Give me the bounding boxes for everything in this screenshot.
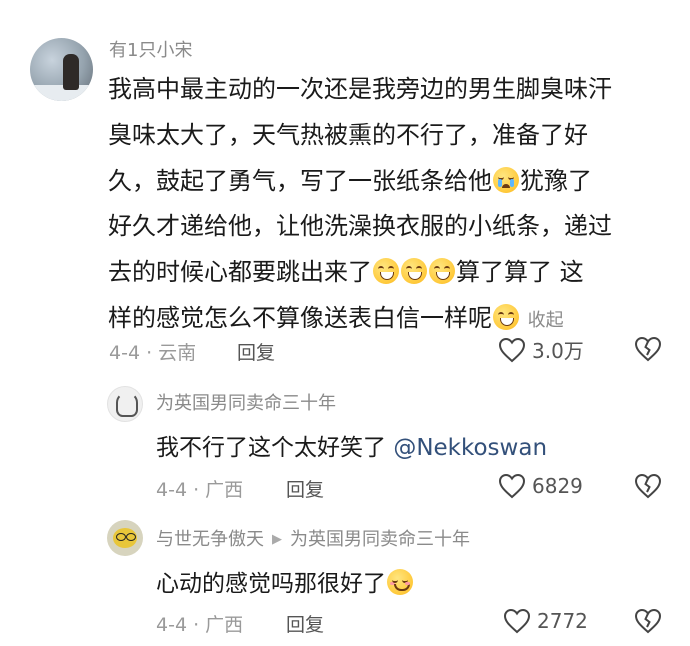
like-button[interactable]: 3.0万 — [498, 335, 584, 364]
reply-date-location: 4-4 · 广西 — [156, 614, 244, 636]
like-count: 6829 — [532, 474, 583, 498]
grinning-face-emoji — [429, 258, 455, 285]
smiling-face-emoji — [387, 569, 413, 595]
comment-body: 我高中最主动的一次还是我旁边的男生脚臭味汗 臭味太大了，天气热被熏的不行了，准备… — [108, 67, 612, 344]
like-count: 3.0万 — [532, 339, 584, 363]
avatar[interactable] — [107, 386, 143, 422]
reply-username[interactable]: 与世无争傲天 — [156, 529, 264, 550]
grinning-face-emoji — [401, 258, 427, 285]
comment-line: 久，鼓起了勇气，写了一张纸条给他 犹豫了 — [108, 166, 592, 195]
collapse-link[interactable]: 收起 — [528, 310, 564, 331]
avatar-ground — [30, 85, 93, 101]
broken-heart-icon — [634, 608, 662, 634]
avatar-glasses — [126, 533, 136, 541]
play-arrow-icon: ▶ — [272, 532, 282, 547]
broken-heart-icon — [634, 473, 662, 499]
heart-outline-icon — [503, 608, 531, 634]
reply-button[interactable]: 回复 — [237, 338, 275, 365]
comment-date-location: 4-4 · 云南 — [109, 342, 197, 364]
like-count: 2772 — [537, 609, 588, 633]
grinning-face-emoji — [493, 303, 519, 330]
reply-username[interactable]: 为英国男同卖命三十年 — [156, 389, 336, 415]
dislike-button[interactable] — [634, 473, 662, 503]
broken-heart-icon — [634, 336, 662, 362]
comment-line: 好久才递给他，让他洗澡换衣服的小纸条，递过 — [108, 212, 612, 241]
heart-outline-icon — [498, 337, 526, 362]
reply-button[interactable]: 回复 — [286, 610, 324, 637]
avatar[interactable] — [107, 520, 143, 556]
avatar-figure — [63, 54, 79, 90]
heart-outline-icon — [498, 473, 526, 499]
avatar-doodle — [116, 393, 138, 417]
reply-username-row: 与世无争傲天 ▶ 为英国男同卖命三十年 — [156, 525, 470, 551]
like-button[interactable]: 6829 — [498, 473, 583, 499]
dislike-button[interactable] — [634, 336, 662, 366]
like-button[interactable]: 2772 — [503, 608, 588, 634]
avatar[interactable] — [30, 38, 93, 101]
comment-line: 我高中最主动的一次还是我旁边的男生脚臭味汗 — [108, 75, 612, 103]
dislike-button[interactable] — [634, 608, 662, 638]
comment-line: 臭味太大了，天气热被熏的不行了，准备了好 — [108, 120, 588, 149]
grinning-face-emoji — [373, 258, 399, 285]
reply-date-location: 4-4 · 广西 — [156, 479, 244, 501]
avatar-glasses — [116, 533, 126, 541]
reply-to-username[interactable]: 为英国男同卖命三十年 — [290, 529, 470, 550]
reply-body: 我不行了这个太好笑了 @Nekkoswan — [156, 435, 548, 461]
mention-link[interactable]: @Nekkoswan — [393, 435, 547, 461]
reply-body: 心动的感觉吗那很好了 — [156, 564, 414, 598]
comment-line: 去的时候心都要跳出来了 算了算了 这 — [108, 258, 584, 287]
comment-username[interactable]: 有1只小宋 — [109, 36, 192, 62]
crying-face-emoji — [493, 166, 519, 193]
reply-button[interactable]: 回复 — [286, 475, 324, 502]
